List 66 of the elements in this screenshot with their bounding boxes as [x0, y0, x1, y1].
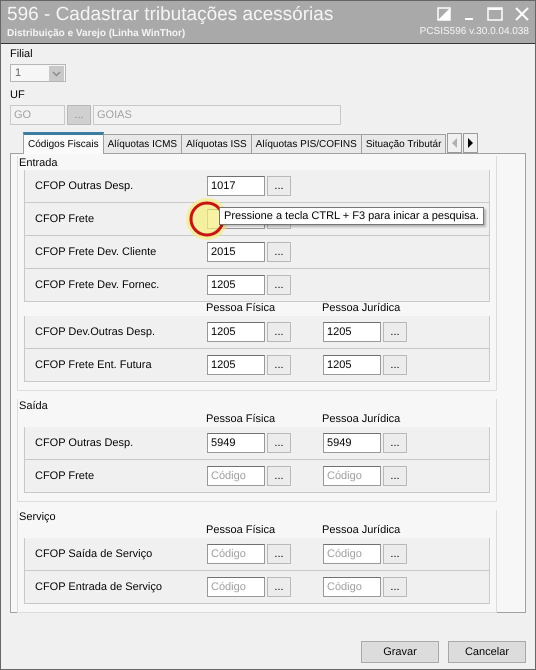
column-header: Pessoa Física [206, 302, 276, 316]
code-field[interactable]: Código [207, 577, 265, 597]
search-button[interactable]: ... [267, 322, 291, 342]
tooltip: Pressione a tecla CTRL + F3 para inicar a pesquisa. [219, 207, 484, 225]
search-button[interactable]: ... [383, 466, 407, 486]
tab[interactable]: Alíquotas PIS/COFINS [250, 134, 362, 153]
field-label: Filial [10, 48, 34, 61]
code-field[interactable]: Código [207, 466, 265, 486]
column-header: Pessoa Física [206, 524, 276, 538]
code-field[interactable]: Código [323, 466, 381, 486]
code-field[interactable]: Código [323, 544, 381, 564]
group-title: Serviço [19, 510, 57, 524]
code-field[interactable]: 1205 [323, 322, 381, 342]
column-header: Pessoa Jurídica [322, 302, 402, 316]
field-label: CFOP Dev.Outras Desp. [35, 326, 156, 338]
field-label: CFOP Frete Ent. Futura [35, 359, 153, 371]
field-label: CFOP Frete [35, 213, 96, 225]
window-title: 596 - Cadastrar tributações acessórias [7, 3, 334, 27]
search-button[interactable]: ... [383, 544, 407, 564]
field-label: CFOP Outras Desp. [35, 437, 134, 449]
group-title: Saída [19, 399, 49, 413]
search-button[interactable]: ... [267, 275, 291, 295]
search-button[interactable]: ... [267, 466, 291, 486]
window-subtitle: Distribuição e Varejo (Linha WinThor) [7, 27, 186, 41]
field-label: CFOP Frete Dev. Fornec. [35, 279, 160, 291]
search-button[interactable]: ... [267, 242, 291, 262]
tab[interactable]: Alíquotas ICMS [102, 134, 182, 153]
search-button[interactable]: ... [383, 322, 407, 342]
code-field[interactable]: Código [323, 577, 381, 597]
code-field[interactable]: 5949 [323, 433, 381, 453]
search-button[interactable]: ... [267, 577, 291, 597]
scroll-right-icon[interactable] [463, 133, 478, 153]
close-icon[interactable] [515, 7, 529, 21]
code-field[interactable]: 1205 [207, 355, 265, 375]
column-header: Pessoa Jurídica [322, 524, 402, 538]
field-label: CFOP Entrada de Serviço [35, 581, 163, 593]
restore-icon[interactable] [437, 7, 451, 21]
code-field[interactable]: 2015 [207, 242, 265, 262]
search-button[interactable]: ... [383, 433, 407, 453]
tab[interactable]: Alíquotas ISS [181, 134, 252, 153]
code-field[interactable]: Código [207, 544, 265, 564]
search-button[interactable]: ... [383, 577, 407, 597]
action-button[interactable]: Gravar [361, 641, 439, 663]
search-button[interactable]: ... [267, 433, 291, 453]
field-label: CFOP Frete [35, 470, 96, 482]
code-field[interactable]: 1205 [207, 322, 265, 342]
search-button[interactable]: ... [267, 544, 291, 564]
tab[interactable]: Situação Tributár [360, 134, 446, 153]
group-title: Entrada [19, 156, 59, 170]
maximize-icon[interactable] [487, 7, 503, 21]
code-field[interactable]: 1017 [207, 176, 265, 196]
search-button[interactable]: ... [267, 176, 291, 196]
field-label: UF [10, 89, 26, 102]
version-text: PCSIS596 v.30.0.04.038 [420, 26, 529, 37]
action-button[interactable]: Cancelar [448, 641, 526, 663]
column-header: Pessoa Física [206, 413, 276, 427]
field-label: CFOP Frete Dev. Cliente [35, 246, 158, 258]
tab[interactable]: Códigos Fiscais [23, 132, 104, 154]
search-button[interactable]: ... [267, 355, 291, 375]
code-field[interactable]: 5949 [207, 433, 265, 453]
code-field[interactable]: 1205 [207, 275, 265, 295]
column-header: Pessoa Jurídica [322, 413, 402, 427]
field-label: CFOP Saída de Serviço [35, 548, 154, 560]
code-field[interactable]: 1205 [323, 355, 381, 375]
search-button[interactable]: ... [383, 355, 407, 375]
field-label: CFOP Outras Desp. [35, 180, 134, 192]
